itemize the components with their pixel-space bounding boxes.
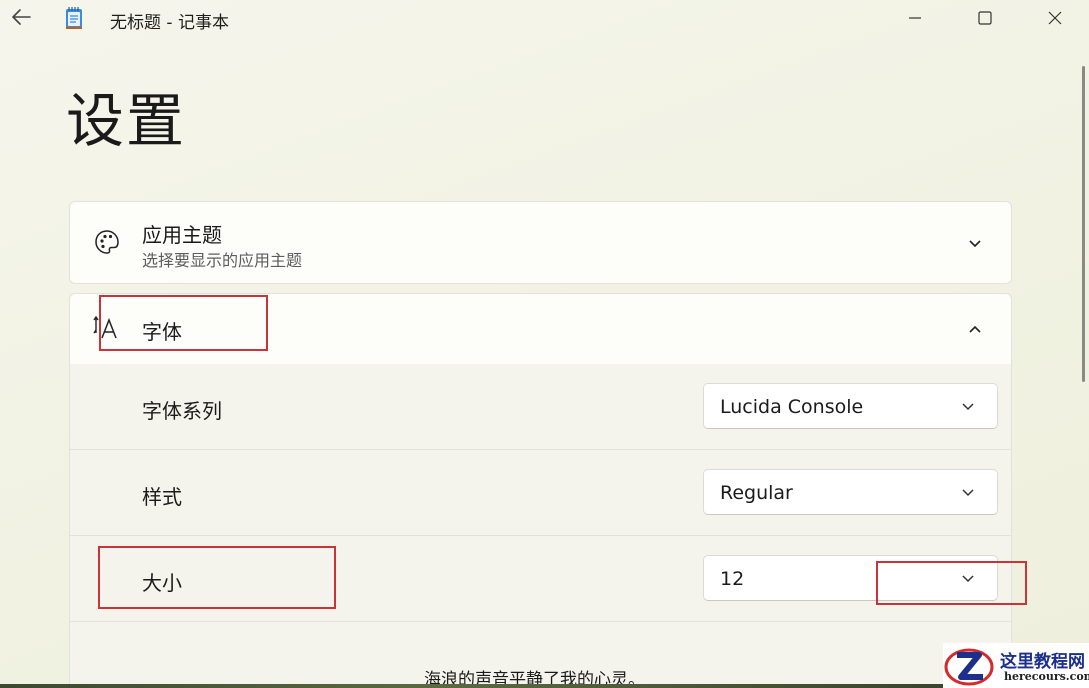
highlight-box-size-dropdown bbox=[876, 561, 1027, 605]
minimize-button[interactable] bbox=[880, 0, 950, 36]
close-button[interactable] bbox=[1020, 0, 1089, 36]
app-theme-title: 应用主题 bbox=[142, 223, 222, 247]
highlight-box-size bbox=[98, 546, 336, 609]
palette-icon bbox=[92, 227, 122, 257]
minimize-icon bbox=[909, 17, 921, 19]
highlight-box-font bbox=[99, 295, 268, 351]
app-theme-subtitle: 选择要显示的应用主题 bbox=[142, 251, 303, 270]
arrow-left-icon bbox=[12, 9, 31, 25]
font-family-row: 字体系列 Lucida Console bbox=[69, 364, 1012, 450]
font-family-dropdown[interactable]: Lucida Console bbox=[703, 383, 998, 429]
chevron-down-icon bbox=[956, 395, 980, 419]
chevron-up-icon[interactable] bbox=[960, 314, 990, 344]
chevron-down-icon bbox=[956, 481, 980, 505]
font-family-label: 字体系列 bbox=[142, 399, 222, 423]
title-bar: 无标题 - 记事本 bbox=[0, 0, 1089, 36]
maximize-button[interactable] bbox=[950, 0, 1020, 36]
watermark-domain: herecours.com bbox=[1004, 670, 1089, 683]
watermark-logo-icon bbox=[944, 648, 994, 686]
notepad-icon bbox=[64, 6, 84, 30]
font-style-dropdown[interactable]: Regular bbox=[703, 469, 998, 515]
back-button[interactable] bbox=[8, 4, 34, 30]
watermark: 这里教程网 herecours.com bbox=[943, 643, 1089, 688]
maximize-icon bbox=[978, 11, 992, 25]
page-title: 设置 bbox=[66, 87, 187, 155]
chevron-down-icon[interactable] bbox=[960, 229, 990, 259]
scrollbar-thumb[interactable] bbox=[1082, 66, 1085, 382]
close-icon bbox=[1048, 11, 1062, 25]
font-style-value: Regular bbox=[720, 482, 793, 504]
font-style-label: 样式 bbox=[142, 485, 182, 509]
font-family-value: Lucida Console bbox=[720, 396, 864, 418]
window-title: 无标题 - 记事本 bbox=[110, 13, 229, 33]
font-style-row: 样式 Regular bbox=[69, 450, 1012, 536]
font-size-value: 12 bbox=[720, 568, 745, 590]
desktop-background-strip bbox=[0, 684, 1089, 688]
app-theme-card[interactable]: 应用主题 选择要显示的应用主题 bbox=[69, 201, 1012, 284]
watermark-text: 这里教程网 bbox=[1000, 652, 1085, 672]
